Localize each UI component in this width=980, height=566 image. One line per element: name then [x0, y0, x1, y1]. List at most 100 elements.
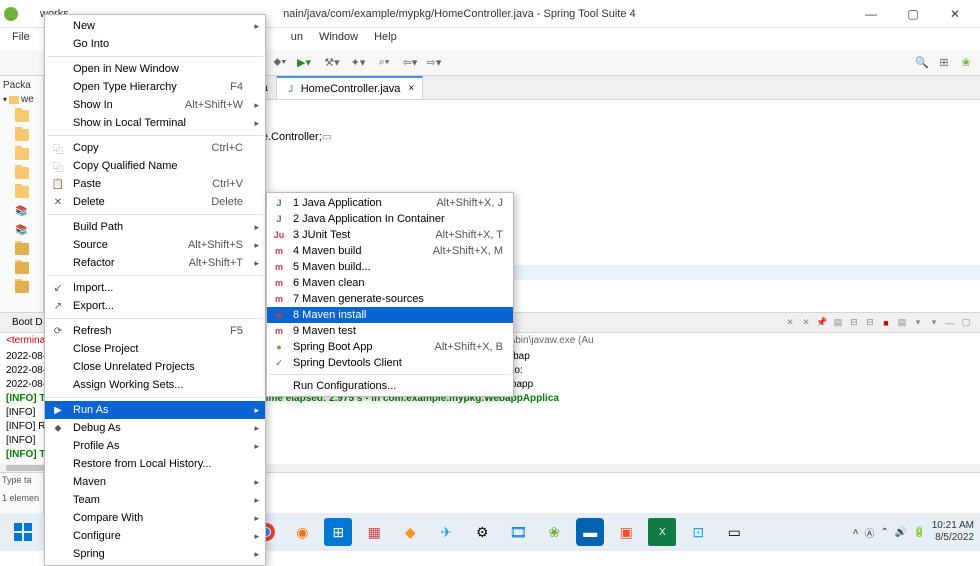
folder-icon[interactable]: [10, 145, 34, 163]
tray-lang-icon[interactable]: Ⓐ: [864, 525, 874, 540]
start-button[interactable]: [6, 518, 40, 546]
system-tray[interactable]: ˄ Ⓐ ⌃ 🔊 🔋 10:21 AM 8/5/2022: [853, 520, 974, 544]
ctx-item[interactable]: Team▸: [45, 491, 265, 509]
clock[interactable]: 10:21 AM 8/5/2022: [932, 520, 974, 544]
ctx-item[interactable]: ▶Run As▸: [45, 401, 265, 419]
ctx-item[interactable]: ⬥Debug As▸: [45, 419, 265, 437]
console-tool-icon[interactable]: ✕: [783, 316, 797, 330]
submenu-item[interactable]: ✓Spring Devtools Client: [267, 355, 513, 371]
console-tool-icon[interactable]: ⊟: [863, 316, 877, 330]
ctx-item[interactable]: SourceAlt+Shift+S▸: [45, 236, 265, 254]
submenu-item[interactable]: m5 Maven build...: [267, 259, 513, 275]
menu-file[interactable]: File: [4, 28, 38, 50]
folder-icon[interactable]: [10, 240, 34, 258]
ctx-item[interactable]: ↗Export...: [45, 297, 265, 315]
type-filter-label[interactable]: Type ta: [2, 475, 41, 485]
submenu-item[interactable]: ●Spring Boot AppAlt+Shift+X, B: [267, 339, 513, 355]
ctx-item[interactable]: Close Unrelated Projects: [45, 358, 265, 376]
submenu-item[interactable]: Run Configurations...: [267, 378, 513, 394]
taskbar-sts[interactable]: ❀: [540, 518, 568, 546]
expand-icon[interactable]: ▾: [3, 95, 7, 104]
folder-icon[interactable]: [10, 183, 34, 201]
back-icon[interactable]: ⇦▾: [402, 55, 418, 71]
submenu-item[interactable]: m8 Maven install: [267, 307, 513, 323]
menu-run[interactable]: un: [283, 28, 311, 50]
taskbar-app[interactable]: ▭: [720, 518, 748, 546]
submenu-item[interactable]: J2 Java Application In Container: [267, 211, 513, 227]
fwd-icon[interactable]: ⇨▾: [426, 55, 442, 71]
taskbar-app[interactable]: ⚙: [468, 518, 496, 546]
ctx-item[interactable]: New▸: [45, 17, 265, 35]
spring-perspective-icon[interactable]: ❀: [958, 55, 974, 71]
menu-window[interactable]: Window: [311, 28, 366, 50]
submenu-item[interactable]: m9 Maven test: [267, 323, 513, 339]
submenu-item[interactable]: Ju3 JUnit TestAlt+Shift+X, T: [267, 227, 513, 243]
submenu-item[interactable]: J1 Java ApplicationAlt+Shift+X, J: [267, 195, 513, 211]
package-explorer[interactable]: Packa ▾ we 📚 📚: [0, 76, 44, 312]
taskbar-app[interactable]: ▦: [360, 518, 388, 546]
console-tool-icon[interactable]: ⊟: [847, 316, 861, 330]
ctx-item[interactable]: Show InAlt+Shift+W▸: [45, 96, 265, 114]
ctx-item[interactable]: ⿻CopyCtrl+C: [45, 139, 265, 157]
run-as-submenu[interactable]: J1 Java ApplicationAlt+Shift+X, JJ2 Java…: [266, 192, 514, 397]
ctx-item[interactable]: Close Project: [45, 340, 265, 358]
perspective-icon[interactable]: ⊞: [936, 55, 952, 71]
taskbar-app[interactable]: ▣: [612, 518, 640, 546]
tray-wifi-icon[interactable]: ⌃: [880, 527, 888, 538]
boot-dashboard-tab[interactable]: Boot D: [6, 315, 49, 330]
ctx-item[interactable]: Go Into: [45, 35, 265, 53]
ctx-item[interactable]: Restore from Local History...: [45, 455, 265, 473]
tool-icon-2[interactable]: ✦▾: [350, 55, 366, 71]
library-icon[interactable]: 📚: [10, 202, 34, 220]
folder-icon[interactable]: [10, 259, 34, 277]
ctx-item[interactable]: 📋PasteCtrl+V: [45, 175, 265, 193]
menu-help[interactable]: Help: [366, 28, 405, 50]
console-tool-icon[interactable]: ▾: [911, 316, 925, 330]
ctx-item[interactable]: ↙Import...: [45, 279, 265, 297]
submenu-item[interactable]: m6 Maven clean: [267, 275, 513, 291]
taskbar-app[interactable]: ⊡: [684, 518, 712, 546]
ctx-item[interactable]: Assign Working Sets...: [45, 376, 265, 394]
ctx-item[interactable]: ⟳RefreshF5: [45, 322, 265, 340]
ctx-item[interactable]: Open Type HierarchyF4: [45, 78, 265, 96]
console-tool-icon[interactable]: ▤: [895, 316, 909, 330]
taskbar-app[interactable]: ▬: [576, 518, 604, 546]
tray-battery-icon[interactable]: 🔋: [913, 527, 925, 538]
context-menu[interactable]: New▸Go Into Open in New WindowOpen Type H…: [44, 14, 266, 566]
folder-icon[interactable]: [10, 164, 34, 182]
folder-icon[interactable]: [10, 126, 34, 144]
console-max-icon[interactable]: ▢: [959, 316, 973, 330]
taskbar-app[interactable]: 🎞: [504, 518, 532, 546]
close-icon[interactable]: ×: [408, 83, 414, 94]
ctx-item[interactable]: Spring▸: [45, 545, 265, 563]
maximize-button[interactable]: ▢: [892, 2, 934, 26]
taskbar-excel[interactable]: X: [648, 518, 676, 546]
taskbar-app[interactable]: ⊞: [324, 518, 352, 546]
ctx-item[interactable]: Show in Local Terminal▸: [45, 114, 265, 132]
minimize-button[interactable]: —: [850, 2, 892, 26]
ctx-item[interactable]: Profile As▸: [45, 437, 265, 455]
folder-icon[interactable]: [10, 107, 34, 125]
search-icon[interactable]: 🔍: [914, 55, 930, 71]
taskbar-app[interactable]: ◆: [396, 518, 424, 546]
submenu-item[interactable]: m7 Maven generate-sources: [267, 291, 513, 307]
ctx-item[interactable]: ✕DeleteDelete: [45, 193, 265, 211]
ctx-item[interactable]: Compare With▸: [45, 509, 265, 527]
tray-chevron-icon[interactable]: ˄: [853, 527, 859, 538]
library-icon[interactable]: 📚: [10, 221, 34, 239]
console-min-icon[interactable]: —: [943, 316, 957, 330]
run-dropdown-icon[interactable]: ▶▾: [296, 55, 312, 71]
submenu-item[interactable]: m4 Maven buildAlt+Shift+X, M: [267, 243, 513, 259]
console-tool-icon[interactable]: ✕: [799, 316, 813, 330]
debug-dropdown-icon[interactable]: ⬥▾: [272, 55, 288, 71]
console-tool-icon[interactable]: ▾: [927, 316, 941, 330]
console-tool-icon[interactable]: ■: [879, 316, 893, 330]
console-tool-icon[interactable]: ▤: [831, 316, 845, 330]
ctx-item[interactable]: Configure▸: [45, 527, 265, 545]
ctx-item[interactable]: Build Path▸: [45, 218, 265, 236]
console-pin-icon[interactable]: 📌: [815, 316, 829, 330]
taskbar-app[interactable]: ◉: [288, 518, 316, 546]
close-button[interactable]: ✕: [934, 2, 976, 26]
tray-volume-icon[interactable]: 🔊: [895, 527, 907, 538]
ctx-item[interactable]: Open in New Window: [45, 60, 265, 78]
